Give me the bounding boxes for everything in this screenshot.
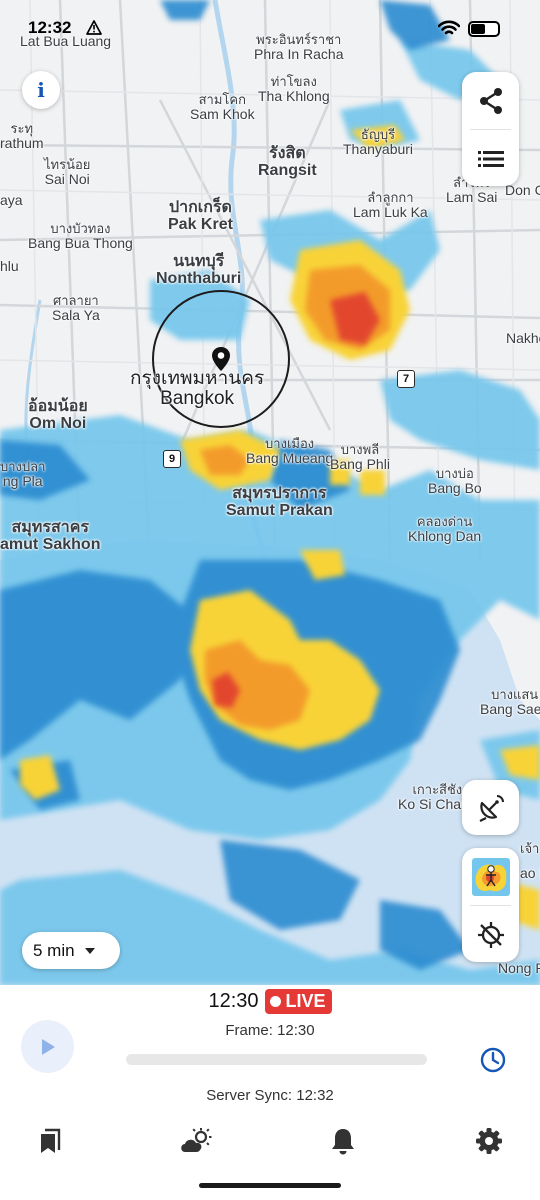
cloud-sun-icon [181, 1128, 212, 1152]
map-label-hlu: hlu [0, 258, 19, 274]
map-label-lam-luk-ka: ลำลูกกา Lam Luk Ka [353, 190, 428, 220]
status-time: 12:32 [28, 18, 72, 37]
map-label-nong-p: Nong P [498, 960, 540, 976]
clock-icon[interactable] [478, 1045, 508, 1075]
map-label-sala-ya: ศาลายา Sala Ya [52, 293, 100, 323]
location-off-icon [477, 921, 504, 948]
map-label-bangkok: กรุงเทพมหานคร Bangkok [130, 368, 265, 409]
map-label-bang-saen: บางแสนBang Saen [480, 687, 540, 717]
bookmarks-icon [41, 1128, 61, 1153]
play-icon [41, 1038, 55, 1055]
location-pin-icon[interactable] [211, 346, 231, 372]
satellite-button[interactable] [462, 780, 519, 835]
interval-dropdown[interactable]: 5 min [22, 932, 120, 969]
map-label-tha-khlong: ท่าโขลง Tha Khlong [258, 74, 330, 104]
map-tools-top [462, 72, 519, 186]
map-label-bang-bua-thong: บางบัวทอง Bang Bua Thong [28, 221, 133, 251]
map-label-bang-bo: บางบ่อ Bang Bo [428, 466, 482, 496]
route-shield-7: 7 [397, 370, 415, 388]
current-time: 12:30 [208, 990, 259, 1012]
tab-weather[interactable] [176, 1123, 216, 1159]
map-label-thanyaburi: ธัญบุรี Thanyaburi [343, 127, 414, 157]
live-label: LIVE [285, 991, 326, 1011]
map-label-nakho: Nakho [506, 330, 540, 346]
warning-triangle-icon [86, 20, 102, 35]
radar-layer-button[interactable] [462, 848, 519, 905]
route-shield-9: 9 [163, 450, 181, 468]
map-label-nonthaburi: นนทบุรี Nonthaburi [156, 253, 242, 287]
server-sync-label: Server Sync: 12:32 [206, 1087, 334, 1104]
layers-list-button[interactable] [462, 130, 519, 187]
map-label-rangsit: รังสิต Rangsit [258, 145, 317, 179]
timestamp-row: 12:30 LIVE [0, 989, 540, 1014]
home-indicator [199, 1183, 341, 1188]
map-label-bang-mueang: บางเมือง Bang Mueang [246, 436, 334, 466]
tab-alerts[interactable] [323, 1123, 363, 1159]
map-label-chao: เจ้า [520, 841, 540, 856]
locate-button[interactable] [462, 906, 519, 963]
timeline-panel: 12:30 LIVE Frame: 12:30 Server Sync: 12:… [0, 985, 540, 1200]
info-button[interactable]: i [22, 71, 60, 109]
play-button[interactable] [21, 1020, 74, 1073]
map-label-pak-kret: ปากเกร็ด Pak Kret [168, 199, 233, 233]
tab-bookmarks[interactable] [30, 1123, 70, 1159]
radar-thumbnail-icon [471, 857, 510, 896]
map-label-bang-phli: บางพลี Bang Phli [330, 442, 390, 472]
live-badge[interactable]: LIVE [264, 989, 332, 1014]
bell-icon [332, 1129, 354, 1155]
wifi-icon [438, 20, 460, 35]
frame-label: Frame: 12:30 [225, 1022, 315, 1039]
map-label-rao-p: ao P [520, 865, 540, 881]
chevron-down-icon [84, 947, 95, 954]
map-label-samut-prakan: สมุทรปราการ Samut Prakan [226, 485, 333, 519]
tab-settings[interactable] [469, 1123, 509, 1159]
map-label-om-noi: อ้อมน้อย Om Noi [28, 398, 88, 432]
radar-map[interactable]: Lat Bua Luang พระอินทร์ราชา Phra In Racha… [0, 0, 540, 985]
map-label-rathum: ระทุ rathum [0, 121, 44, 151]
share-button[interactable] [462, 72, 519, 129]
live-dot-icon [269, 996, 281, 1007]
map-label-sai-noi: ไทรน้อย Sai Noi [44, 157, 91, 187]
bottom-tab-bar [0, 1123, 540, 1159]
map-label-bang-pla: บางปลา ng Pla [0, 459, 46, 489]
layers-list-icon [477, 150, 504, 167]
info-icon: i [37, 78, 45, 102]
satellite-dish-icon [479, 794, 504, 822]
status-bar: 12:32 [0, 0, 540, 48]
gear-icon [476, 1128, 502, 1154]
timeline-slider[interactable] [126, 1054, 427, 1065]
map-label-khlong-dan: คลองด่าน Khlong Dan [408, 514, 482, 544]
map-tools-bottom [462, 848, 519, 962]
interval-value: 5 min [33, 940, 75, 960]
battery-icon [468, 21, 500, 37]
map-label-sam-khok: สามโคก Sam Khok [190, 92, 255, 122]
map-label-aya: aya [0, 192, 23, 208]
map-label-samut-sakhon: สมุทรสาคร amut Sakhon [0, 519, 101, 553]
share-icon [479, 87, 502, 114]
